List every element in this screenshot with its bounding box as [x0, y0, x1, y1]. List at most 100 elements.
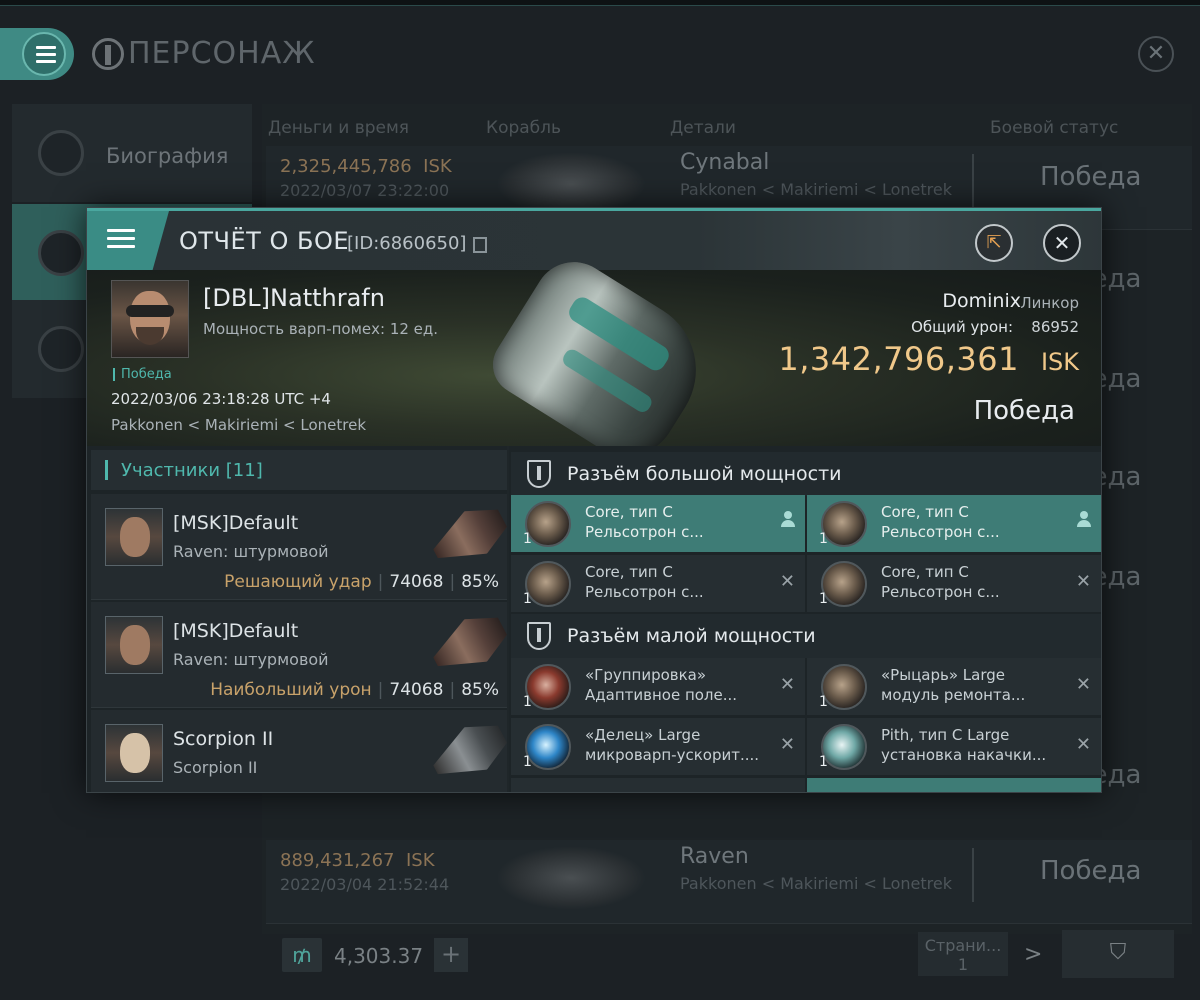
module-slot[interactable]: 1 Core, тип C Рельсотрон с...	[511, 495, 805, 552]
participant-ship: Raven: штурмовой	[173, 650, 329, 669]
table-row[interactable]: 889,431,267 ISK 2022/03/04 21:52:44 Rave…	[266, 840, 1192, 924]
participant-row[interactable]: [MSK]Default Raven: штурмовой Решающий у…	[91, 494, 507, 600]
module-type: Рельсотрон с...	[585, 523, 704, 541]
report-summary: [DBL]Natthrafn Мощность варп-помех: 12 е…	[87, 247, 1101, 475]
isk-value: 1,342,796,361	[778, 340, 1019, 378]
module-slot[interactable]: 1 Core, тип C Рельсотрон с... ✕	[807, 555, 1101, 612]
sidebar-item-label: Биография	[106, 144, 229, 168]
module-type: установка накачки...	[881, 746, 1047, 764]
pilot-avatar[interactable]	[111, 280, 189, 358]
module-slot[interactable]: 1 «Делец» Large микроварп-ускорит.... ✕	[511, 718, 805, 775]
divider	[972, 848, 974, 902]
module-name: Core, тип C	[585, 503, 673, 521]
total-damage-label: Общий урон:	[911, 318, 1013, 336]
row-ship: Cynabal	[680, 150, 770, 175]
victim-ship-name[interactable]: Dominix	[942, 290, 1021, 312]
module-type: Рельсотрон с...	[881, 583, 1000, 601]
module-slot[interactable]	[807, 778, 1101, 792]
participant-stats: Наибольший урон | 74068 | 85%	[210, 680, 499, 700]
module-name: «Рыцарь» Large	[881, 666, 1005, 684]
final-blow-tag: Решающий удар	[224, 572, 372, 592]
module-slot[interactable]: 1 Pith, тип C Large установка накачки...…	[807, 718, 1101, 775]
hamburger-icon	[36, 46, 56, 64]
next-page-arrow-icon[interactable]: >	[1024, 942, 1042, 967]
participant-name: Scorpion II	[173, 728, 274, 750]
warp-disruption: Мощность варп-помех: 12 ед.	[203, 320, 439, 338]
column-header-money: Деньги и время	[268, 118, 410, 138]
filter-button[interactable]: ⛉	[1062, 930, 1174, 978]
ship-thumbnail	[496, 846, 646, 910]
report-location: Pakkonen < Makiriemi < Lonetrek	[111, 416, 366, 434]
module-quantity: 1	[523, 531, 532, 547]
wallet-icon: ₥	[282, 938, 322, 972]
isk-unit: ISK	[1040, 348, 1079, 376]
page-label: Страни...	[924, 936, 1002, 955]
module-type: модуль ремонта...	[881, 686, 1026, 704]
row-date: 2022/03/07 23:22:00	[280, 181, 450, 200]
hamburger-icon	[107, 229, 135, 248]
high-slots-header[interactable]: Разъём большой мощности	[511, 452, 1101, 496]
row-status: Победа	[1040, 856, 1142, 886]
participant-stats: Решающий удар | 74068 | 85%	[224, 572, 499, 592]
add-funds-button[interactable]: +	[434, 938, 468, 972]
module-type: микроварп-ускорит....	[585, 746, 760, 764]
module-name: Pith, тип C Large	[881, 726, 1010, 744]
module-slot[interactable]	[511, 778, 805, 792]
victim-ship-render	[481, 247, 723, 475]
sidebar-item-biography[interactable]: Биография	[12, 104, 252, 202]
module-quantity: 1	[523, 754, 532, 770]
damage-percent: 85%	[461, 572, 499, 592]
avatar	[105, 724, 163, 782]
top-damage-tag: Наибольший урон	[210, 680, 372, 700]
page-selector[interactable]: Страни... 1	[918, 932, 1008, 976]
dropped-pilot-icon	[781, 511, 795, 527]
row-location: Pakkonen < Makiriemi < Lonetrek	[680, 874, 952, 893]
total-damage-value: 86952	[1031, 318, 1079, 336]
victim-ship-class: Линкор	[1020, 294, 1079, 312]
crossed-swords-icon	[38, 230, 84, 276]
low-slots-label: Разъём малой мощности	[567, 625, 816, 647]
high-slot-icon	[527, 460, 551, 488]
window-title: ПЕРСОНАЖ	[128, 36, 316, 71]
column-header-ship: Корабль	[486, 118, 562, 138]
dialog-close-button[interactable]: ✕	[1043, 224, 1081, 262]
row-isk: 889,431,267 ISK	[280, 850, 435, 871]
module-name: «Делец» Large	[585, 726, 701, 744]
divider	[972, 154, 974, 208]
dialog-title: ОТЧЁТ О БОЕ	[179, 227, 349, 255]
external-link-icon: ⇱	[986, 232, 1002, 253]
column-header-details: Детали	[670, 118, 736, 138]
participant-row[interactable]: [MSK]Default Raven: штурмовой Наибольший…	[91, 602, 507, 708]
module-slot[interactable]: 1 Core, тип C Рельсотрон с... ✕	[511, 555, 805, 612]
pilot-name[interactable]: [DBL]Natthrafn	[203, 284, 385, 312]
fitting-panel: Разъём большой мощности 1 Core, тип C Ре…	[509, 446, 1101, 792]
ship-thumbnail	[424, 605, 514, 683]
avatar	[105, 508, 163, 566]
share-button[interactable]: ⇱	[975, 224, 1013, 262]
module-slot[interactable]: 1 Core, тип C Рельсотрон с...	[807, 495, 1101, 552]
report-id: [ID:6860650]	[347, 233, 467, 254]
low-slots-header[interactable]: Разъём малой мощности	[511, 614, 1101, 658]
row-ship: Raven	[680, 844, 749, 869]
copy-icon[interactable]	[473, 237, 487, 253]
participants-panel: Участники [11] [MSK]Default Raven: штурм…	[87, 446, 507, 792]
window-close-button[interactable]: ✕	[1138, 36, 1174, 72]
module-slot[interactable]: 1 «Группировка» Адаптивное поле... ✕	[511, 658, 805, 715]
module-quantity: 1	[819, 591, 828, 607]
column-header-status: Боевой статус	[990, 118, 1119, 138]
report-datetime: 2022/03/06 23:18:28 UTC +4	[111, 390, 331, 408]
dialog-menu-button[interactable]	[87, 211, 169, 270]
high-slots-label: Разъём большой мощности	[567, 463, 842, 485]
destroyed-icon: ✕	[779, 674, 795, 695]
module-name: Core, тип C	[585, 563, 673, 581]
avatar	[105, 616, 163, 674]
participant-row[interactable]: Scorpion II Scorpion II	[91, 710, 507, 792]
module-quantity: 1	[523, 591, 532, 607]
main-menu-button[interactable]	[0, 28, 74, 80]
module-quantity: 1	[819, 694, 828, 710]
module-slot[interactable]: 1 «Рыцарь» Large модуль ремонта... ✕	[807, 658, 1101, 715]
ship-thumbnail	[424, 497, 514, 575]
dialog-header: ОТЧЁТ О БОЕ [ID:6860650] ⇱ ✕	[87, 208, 1101, 270]
participants-header[interactable]: Участники [11]	[91, 450, 507, 490]
participant-ship: Raven: штурмовой	[173, 542, 329, 561]
